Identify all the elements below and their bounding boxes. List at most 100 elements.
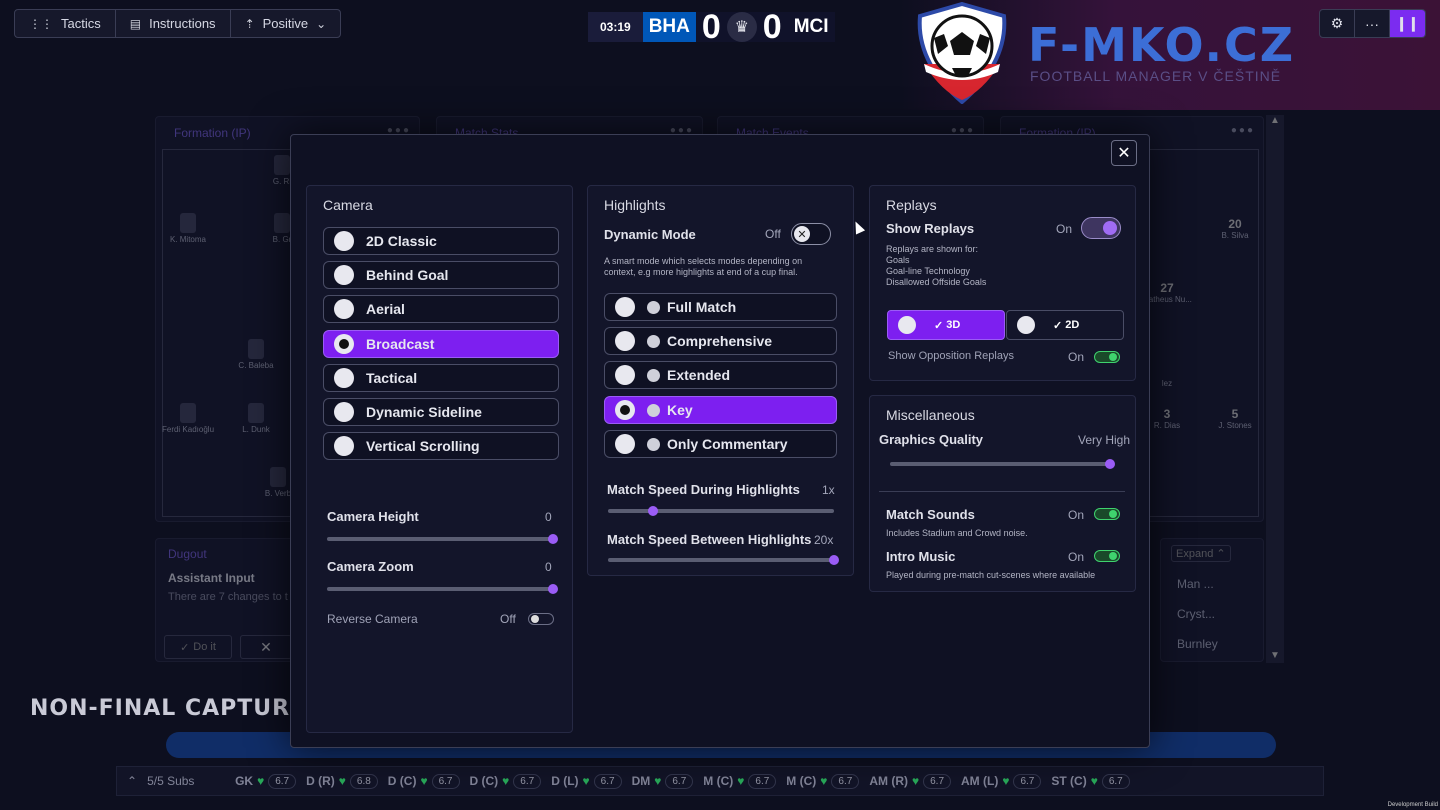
tactics-button[interactable]: ⋮⋮ Tactics [15,10,116,37]
graphics-quality-slider[interactable] [890,459,1115,469]
position-chip[interactable]: D (R) ♥ 6.8 [306,773,378,789]
replay-mode-2d[interactable]: ✓ 2D [1006,310,1124,340]
radio-icon [1017,316,1035,334]
player-marker[interactable]: Ferdi Kadıoğlu [158,403,218,434]
position-label: M (C) [703,774,734,788]
show-replays-label: Show Replays [886,221,975,236]
scroll-down-icon[interactable]: ▼ [1266,650,1284,661]
settings-button[interactable]: ⚙ [1320,10,1355,37]
radio-icon [334,368,354,388]
position-rating: 6.7 [923,773,952,789]
heart-icon: ♥ [257,774,265,788]
radio-icon [334,436,354,456]
expand-button[interactable]: Expand ⌃ [1171,545,1231,562]
option-label: Aerial [366,301,405,317]
position-rating: 6.7 [431,773,460,789]
camera-option-broadcast[interactable]: Broadcast [323,330,559,358]
heart-icon: ♥ [737,774,745,788]
scoreboard: 03:19 BHA 0 ♛ 0 MCI [588,10,835,44]
position-chip[interactable]: M (C) ♥ 6.7 [703,773,777,789]
camera-option-behind-goal[interactable]: Behind Goal [323,261,559,289]
speed-between-label: Match Speed Between Highlights [607,532,812,547]
player-marker[interactable]: C. Baleba [226,339,286,370]
dynamic-mode-description: A smart mode which selects modes dependi… [604,256,803,277]
highlight-option-only-commentary[interactable]: Only Commentary [604,430,837,458]
panel-title: Formation (IP) [174,126,251,140]
camera-option-tactical[interactable]: Tactical [323,364,559,392]
position-chip[interactable]: DM ♥ 6.7 [632,773,694,789]
subs-up-icon[interactable]: ⌃ [127,774,137,788]
highlight-option-full-match[interactable]: Full Match [604,293,837,321]
highlights-title: Highlights [604,197,666,213]
radio-icon [334,231,354,251]
dynamic-mode-toggle[interactable]: ✕ [791,223,831,245]
reverse-camera-toggle[interactable] [528,613,554,625]
player-marker[interactable]: K. Mitoma [158,213,218,244]
camera-height-slider[interactable] [327,534,558,544]
slider-handle[interactable] [1105,459,1115,469]
position-chip[interactable]: D (L) ♥ 6.7 [551,773,622,789]
camera-section: Camera 2D Classic Behind Goal Aerial Bro… [306,185,573,733]
more-button[interactable]: ··· [1355,10,1390,37]
position-label: D (L) [551,774,579,788]
position-chip[interactable]: D (C) ♥ 6.7 [470,773,542,789]
match-sounds-toggle[interactable] [1094,508,1120,520]
instructions-button[interactable]: ▤ Instructions [116,10,231,37]
player-marker[interactable]: 20 B. Silva [1205,217,1265,240]
away-team: MCI [793,16,829,37]
league-results-panel: Expand ⌃ Man ... Cryst... Burnley [1160,538,1264,662]
slider-handle[interactable] [548,534,558,544]
camera-option-dynamic-sideline[interactable]: Dynamic Sideline [323,398,559,426]
player-name: G. Ri [272,177,292,186]
show-replays-toggle[interactable] [1081,217,1121,239]
result-team: Cryst... [1177,607,1215,621]
option-label: Vertical Scrolling [366,438,480,454]
do-it-label: Do it [193,641,216,653]
position-chip[interactable]: AM (L) ♥ 6.7 [961,773,1042,789]
option-label: Comprehensive [667,333,773,349]
do-it-button[interactable]: ✓ Do it [164,635,232,659]
position-chip[interactable]: M (C) ♥ 6.7 [786,773,860,789]
close-button[interactable]: ✕ [1111,140,1137,166]
slider-handle[interactable] [548,584,558,594]
opposition-replays-toggle[interactable] [1094,351,1120,363]
speed-between-slider[interactable] [608,555,839,565]
assistant-input-title: Assistant Input [168,571,255,585]
position-rating: 6.7 [1101,773,1130,789]
opposition-replays-label: Show Opposition Replays [888,350,1014,362]
ellipsis-icon: ··· [1365,15,1379,32]
intro-music-toggle[interactable] [1094,550,1120,562]
dismiss-button[interactable]: ✕ [240,635,292,659]
position-chip[interactable]: D (C) ♥ 6.7 [388,773,460,789]
scroll-up-icon[interactable]: ▲ [1266,115,1284,126]
highlight-option-comprehensive[interactable]: Comprehensive [604,327,837,355]
panel-menu-icon[interactable]: ●●● [1231,125,1255,136]
highlight-option-key[interactable]: Key [604,396,837,424]
camera-zoom-slider[interactable] [327,584,558,594]
x-icon: ✕ [794,226,810,242]
camera-option-aerial[interactable]: Aerial [323,295,559,323]
heart-icon: ♥ [420,774,428,788]
heart-icon: ♥ [502,774,510,788]
player-marker[interactable]: L. Dunk [226,403,286,434]
position-chip[interactable]: AM (R) ♥ 6.7 [869,773,952,789]
speed-during-slider[interactable] [608,506,834,516]
mentality-dropdown[interactable]: ⇡ Positive ⌄ [231,10,341,37]
scrollbar[interactable]: ▲ ▼ [1266,115,1284,663]
three-quarter-pie-icon [647,334,660,348]
highlight-option-extended[interactable]: Extended [604,361,837,389]
position-chip[interactable]: ST (C) ♥ 6.7 [1051,773,1130,789]
slider-handle[interactable] [829,555,839,565]
radio-icon [615,331,635,351]
camera-option-2d-classic[interactable]: 2D Classic [323,227,559,255]
replay-mode-3d[interactable]: ✓ 3D [887,310,1005,340]
player-marker[interactable]: 5 J. Stones [1205,407,1265,430]
camera-option-vertical-scrolling[interactable]: Vertical Scrolling [323,432,559,460]
pause-button[interactable]: ❙❙ [1390,10,1425,37]
half-pie-icon [647,368,660,382]
position-chip[interactable]: GK ♥ 6.7 [235,773,297,789]
slider-handle[interactable] [648,506,659,516]
camera-height-value: 0 [545,510,552,524]
shirt-icon [248,339,264,359]
full-pie-icon [647,300,660,314]
